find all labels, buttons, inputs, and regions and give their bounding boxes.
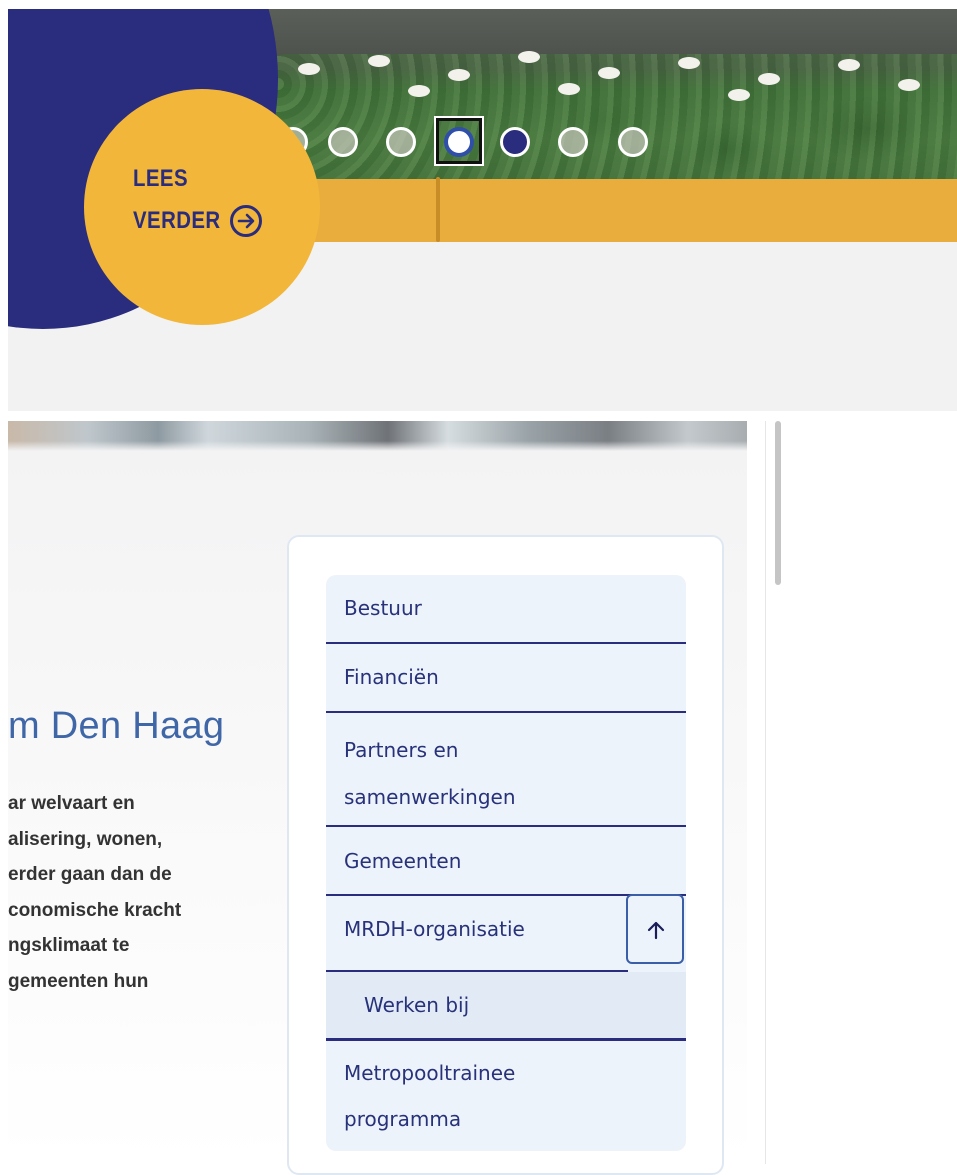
sidebar-item-bestuur[interactable]: Bestuur bbox=[326, 575, 686, 644]
intro-text: ar welvaart en alisering, wonen, erder g… bbox=[8, 786, 268, 999]
intro-text-line: ngsklimaat te bbox=[8, 935, 130, 956]
sidebar-item-label: Metropooltrainee bbox=[344, 1061, 516, 1085]
hero-bench-seam bbox=[436, 177, 440, 242]
content-image-fade bbox=[8, 441, 747, 451]
hero-banner: LEES VERDER bbox=[8, 9, 957, 411]
sidebar-item-label: Partners en bbox=[344, 738, 459, 762]
carousel-dot[interactable] bbox=[558, 127, 588, 157]
hero-flowers-decoration bbox=[258, 49, 957, 109]
submenu-toggle-button[interactable] bbox=[626, 894, 684, 964]
sidebar-subitem-werken-bij[interactable]: Werken bij bbox=[326, 972, 686, 1041]
sidebar-item-label: programma bbox=[344, 1107, 462, 1131]
intro-text-line: gemeenten hun bbox=[8, 970, 149, 992]
carousel-dot[interactable] bbox=[618, 127, 648, 157]
lees-verder-label-line2: VERDER bbox=[133, 207, 221, 234]
lees-verder-label-line1: LEES bbox=[133, 165, 188, 192]
sidebar-item-metropooltrainee[interactable]: Metropooltrainee programma bbox=[326, 1041, 686, 1151]
carousel-dot-focused[interactable] bbox=[444, 127, 474, 157]
side-navigation-list: Bestuur Financiën Partners en samenwerki… bbox=[326, 575, 686, 1151]
intro-text-line: ar welvaart en bbox=[8, 793, 135, 814]
carousel-dot[interactable] bbox=[386, 127, 416, 157]
intro-text-line: conomische kracht bbox=[8, 899, 182, 921]
arrow-right-circle-icon bbox=[230, 205, 262, 237]
carousel-dot[interactable] bbox=[328, 127, 358, 157]
page-heading: m Den Haag bbox=[8, 705, 225, 747]
intro-text-line: alisering, wonen, bbox=[8, 828, 163, 850]
sidebar-item-label: Werken bij bbox=[364, 993, 470, 1017]
sidebar-item-label: samenwerkingen bbox=[344, 785, 516, 809]
sidebar-item-gemeenten[interactable]: Gemeenten bbox=[326, 827, 686, 896]
sidebar-item-financien[interactable]: Financiën bbox=[326, 644, 686, 713]
sidebar-item-label: Financiën bbox=[344, 665, 439, 689]
sidebar-item-label: MRDH-organisatie bbox=[344, 917, 525, 941]
sidebar-item-partners[interactable]: Partners en samenwerkingen bbox=[326, 713, 686, 827]
carousel-dot-active[interactable] bbox=[500, 127, 530, 157]
sidebar-item-label: Bestuur bbox=[344, 596, 422, 620]
intro-text-line: erder gaan dan de bbox=[8, 864, 172, 885]
sidebar-item-mrdh-organisatie[interactable]: MRDH-organisatie bbox=[326, 896, 628, 972]
scrollbar-thumb[interactable] bbox=[775, 421, 781, 585]
arrow-up-icon bbox=[647, 921, 665, 940]
sidebar-item-label: Gemeenten bbox=[344, 849, 462, 873]
lees-verder-button[interactable]: LEES VERDER bbox=[84, 89, 320, 325]
